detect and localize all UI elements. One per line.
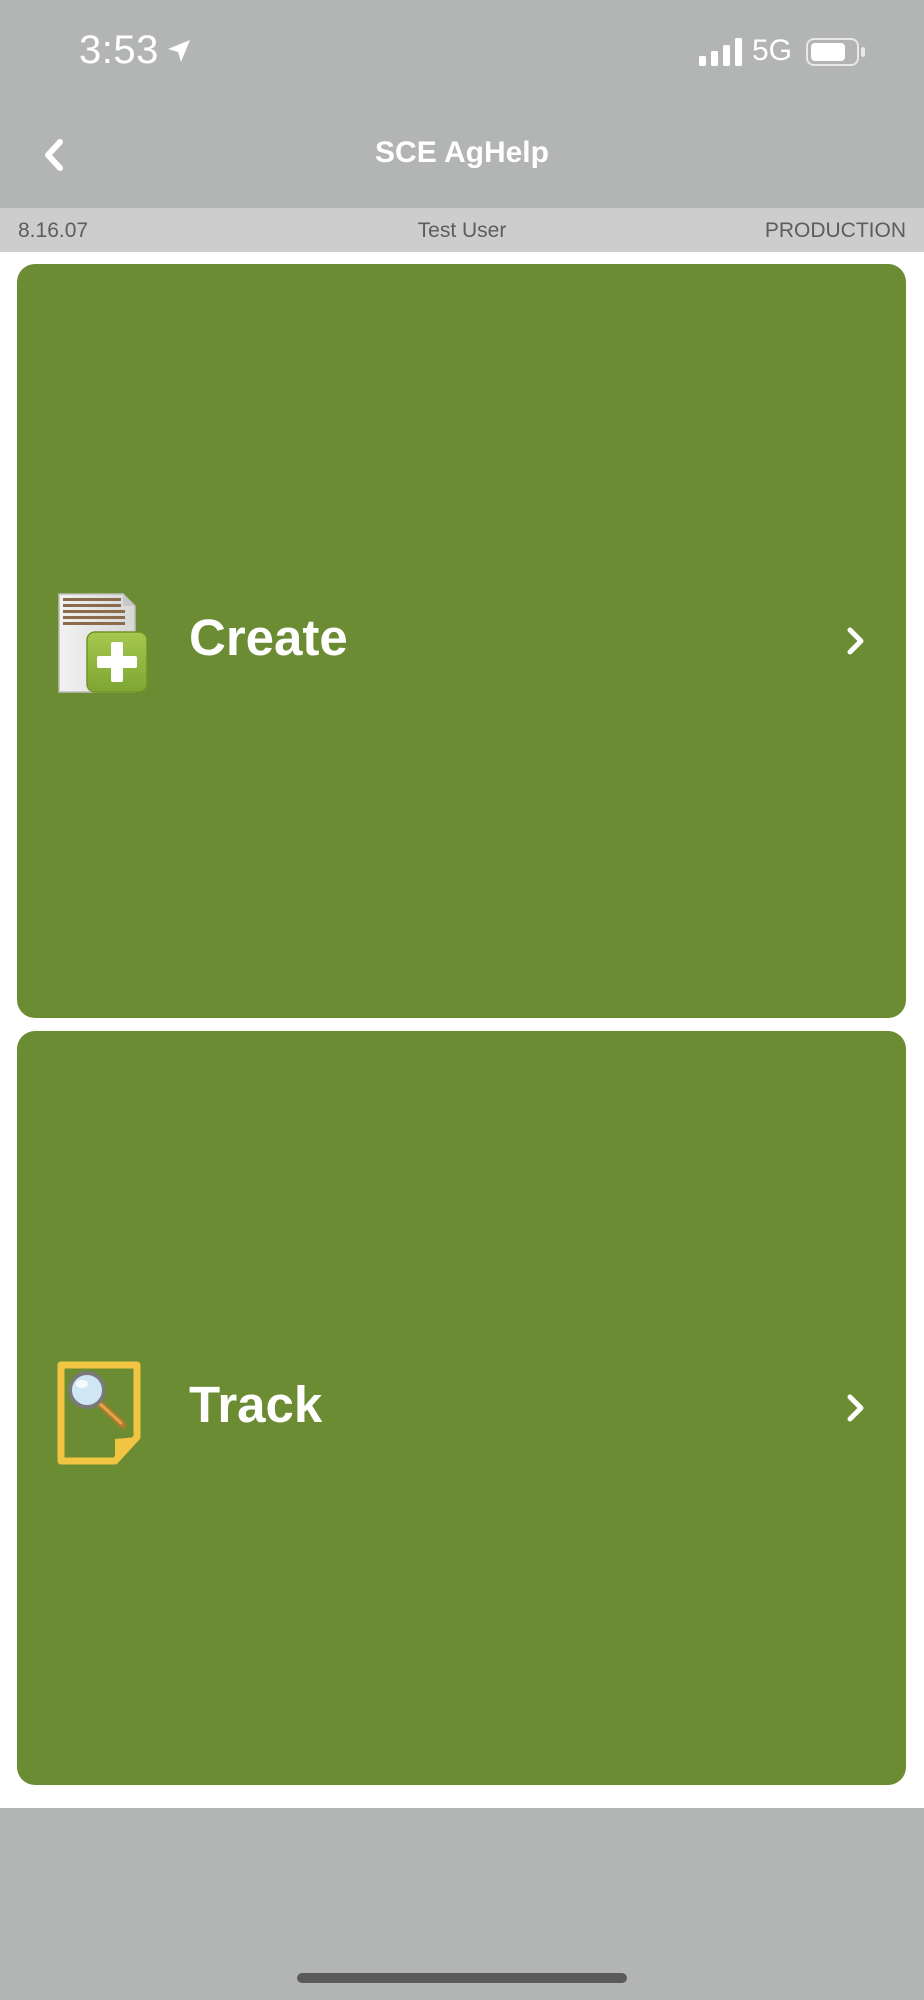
track-label: Track bbox=[189, 1376, 323, 1433]
status-bar: 3:53 5G bbox=[0, 0, 924, 104]
page-title: SCE AgHelp bbox=[375, 136, 549, 169]
track-tile[interactable]: Track bbox=[17, 1031, 906, 1785]
network-label: 5G bbox=[752, 34, 793, 67]
create-tile[interactable]: Create bbox=[17, 264, 906, 1018]
document-add-icon bbox=[58, 593, 148, 693]
signal-icon bbox=[699, 38, 742, 66]
chevron-right-icon bbox=[847, 1394, 864, 1422]
document-search-icon bbox=[57, 1361, 141, 1465]
status-time: 3:53 bbox=[79, 28, 159, 72]
navigation-bar: SCE AgHelp bbox=[0, 104, 924, 208]
create-label: Create bbox=[189, 609, 348, 666]
info-bar: 8.16.07 Test User PRODUCTION bbox=[0, 208, 924, 252]
location-arrow-icon bbox=[168, 40, 190, 62]
chevron-right-icon bbox=[847, 627, 864, 655]
main-content: Create Track bbox=[0, 252, 924, 1808]
battery-icon bbox=[806, 38, 865, 66]
home-indicator[interactable] bbox=[297, 1973, 627, 1983]
environment-label: PRODUCTION bbox=[764, 219, 906, 242]
